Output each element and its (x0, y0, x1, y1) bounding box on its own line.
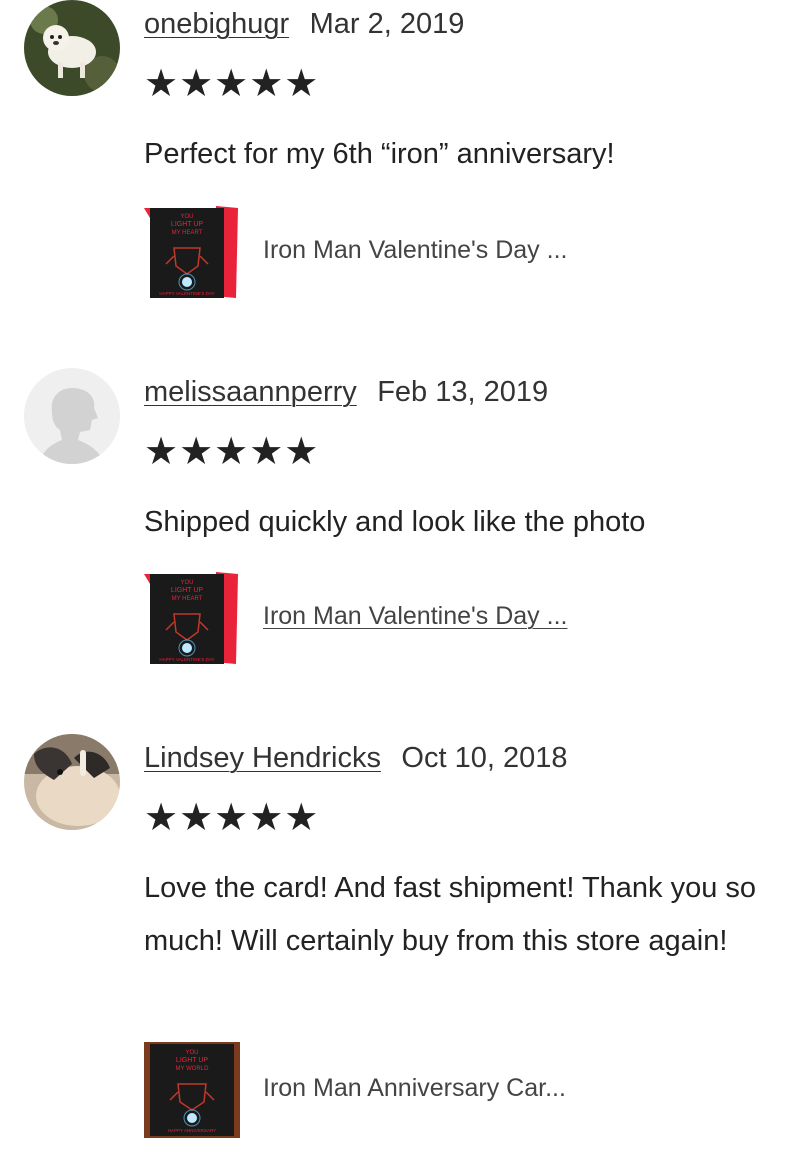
svg-text:MY WORLD: MY WORLD (176, 1066, 210, 1072)
user-avatar[interactable] (24, 0, 120, 96)
product-link[interactable]: YOU LIGHT UP MY WORLD HAPPY ANNIVERSARY … (144, 1042, 784, 1138)
svg-text:YOU: YOU (185, 1050, 198, 1056)
svg-text:HAPPY VALENTINE'S DAY: HAPPY VALENTINE'S DAY (159, 657, 214, 662)
svg-text:HAPPY VALENTINE'S DAY: HAPPY VALENTINE'S DAY (159, 291, 214, 296)
svg-text:MY HEART: MY HEART (172, 230, 203, 236)
svg-text:YOU: YOU (180, 214, 193, 220)
username-link[interactable]: onebighugr (144, 8, 289, 40)
product-thumbnail[interactable]: YOU LIGHT UP MY HEART HAPPY VALENTINE'S … (144, 570, 240, 666)
review-date: Mar 2, 2019 (309, 8, 465, 40)
svg-text:MY HEART: MY HEART (172, 596, 203, 602)
review-text: Perfect for my 6th “iron” anniversary! (144, 138, 615, 170)
svg-text:LIGHT UP: LIGHT UP (176, 1057, 208, 1064)
username-link[interactable]: Lindsey Hendricks (144, 742, 381, 774)
review-header: onebighugr Mar 2, 2019 (144, 8, 464, 41)
star-rating: ★★★★★ (144, 63, 320, 105)
user-avatar[interactable] (24, 734, 120, 830)
product-link[interactable]: YOU LIGHT UP MY HEART HAPPY VALENTINE'S … (144, 204, 784, 300)
username-link[interactable]: melissaannperry (144, 376, 357, 408)
review-header: Lindsey Hendricks Oct 10, 2018 (144, 742, 567, 775)
product-thumbnail[interactable]: YOU LIGHT UP MY HEART HAPPY VALENTINE'S … (144, 204, 240, 300)
svg-text:YOU: YOU (180, 580, 193, 586)
svg-text:HAPPY ANNIVERSARY: HAPPY ANNIVERSARY (168, 1128, 216, 1133)
svg-text:LIGHT UP: LIGHT UP (171, 587, 203, 594)
product-title[interactable]: Iron Man Valentine's Day ... (263, 602, 567, 631)
review-date: Oct 10, 2018 (401, 742, 568, 774)
product-title[interactable]: Iron Man Anniversary Car... (263, 1074, 566, 1103)
review-date: Feb 13, 2019 (377, 376, 549, 408)
review-header: melissaannperry Feb 13, 2019 (144, 376, 548, 409)
star-rating: ★★★★★ (144, 797, 320, 839)
user-avatar[interactable] (24, 368, 120, 464)
review-text: Love the card! And fast shipment! Thank … (144, 872, 757, 957)
review-text: Shipped quickly and look like the photo (144, 506, 646, 538)
svg-text:LIGHT UP: LIGHT UP (171, 221, 203, 228)
product-thumbnail[interactable]: YOU LIGHT UP MY WORLD HAPPY ANNIVERSARY (144, 1042, 240, 1138)
product-title[interactable]: Iron Man Valentine's Day ... (263, 236, 567, 265)
product-link[interactable]: YOU LIGHT UP MY HEART HAPPY VALENTINE'S … (144, 570, 784, 666)
star-rating: ★★★★★ (144, 431, 320, 473)
